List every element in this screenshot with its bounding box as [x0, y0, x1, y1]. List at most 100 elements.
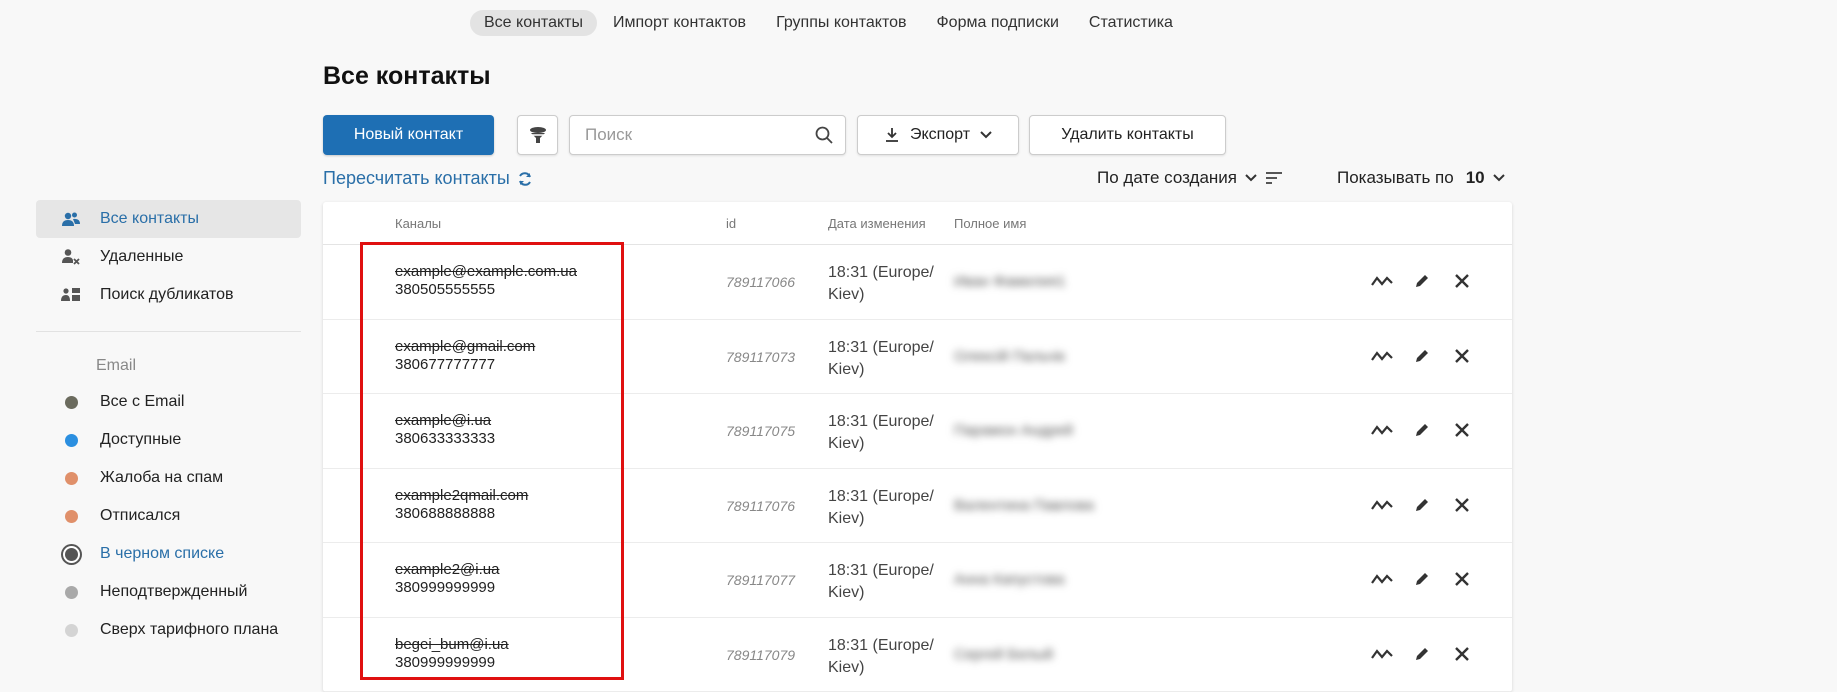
edit-icon[interactable]	[1411, 568, 1433, 590]
status-dot-icon	[64, 509, 78, 523]
phone-value: 380677777777	[395, 355, 496, 373]
table-row[interactable]: example@i.ua 380633333333 789117075 18:31…	[323, 394, 1512, 469]
table-row[interactable]: begei_bum@i.ua 380999999999 789117079 18:…	[323, 618, 1512, 692]
email-value: begei_bum@i.ua	[395, 635, 509, 653]
close-icon[interactable]	[1451, 419, 1473, 441]
search-box	[569, 115, 846, 155]
export-button[interactable]: Экспорт	[857, 115, 1019, 155]
close-icon[interactable]	[1451, 568, 1473, 590]
activity-icon[interactable]	[1371, 345, 1393, 367]
edit-icon[interactable]	[1411, 494, 1433, 516]
row-actions	[1371, 494, 1473, 516]
activity-icon[interactable]	[1371, 494, 1393, 516]
page-title: Все контакты	[323, 62, 491, 90]
filter-icon	[529, 127, 546, 143]
close-icon[interactable]	[1451, 494, 1473, 516]
phone-value: 380999999999	[395, 653, 496, 671]
sidebar-divider	[36, 331, 301, 332]
user-x-icon	[60, 248, 82, 266]
channels-cell: example@i.ua 380633333333	[395, 412, 495, 448]
column-header-channels: Каналы	[395, 216, 442, 231]
download-icon	[885, 128, 898, 142]
row-actions	[1371, 419, 1473, 441]
sidebar-item-duplicates[interactable]: Поиск дубликатов	[36, 276, 301, 314]
sidebar-item-unsubscribed[interactable]: Отписался	[36, 497, 301, 535]
modified-value: 18:31 (Europe/Kiev)	[828, 636, 934, 676]
id-value: 789117076	[726, 497, 796, 514]
modified-value: 18:31 (Europe/Kiev)	[828, 487, 934, 527]
search-icon[interactable]	[815, 126, 833, 149]
status-dot-icon	[64, 471, 78, 485]
sidebar-item-available[interactable]: Доступные	[36, 421, 301, 459]
tab-import-contacts[interactable]: Импорт контактов	[599, 10, 760, 36]
filter-button[interactable]	[517, 115, 558, 155]
tab-all-contacts[interactable]: Все контакты	[470, 10, 597, 36]
table-row[interactable]: example@example.com.ua 380505555555 78911…	[323, 245, 1512, 320]
email-value: example@example.com.ua	[395, 263, 577, 280]
sidebar-item-spam-complaint[interactable]: Жалоба на спам	[36, 459, 301, 497]
activity-icon[interactable]	[1371, 419, 1393, 441]
column-header-fullname: Полное имя	[954, 216, 1027, 231]
activity-icon[interactable]	[1371, 568, 1393, 590]
activity-icon[interactable]	[1371, 643, 1393, 665]
sort-label: По дате создания	[1097, 168, 1238, 187]
sidebar-item-deleted[interactable]: Удаленные	[36, 238, 301, 276]
id-value: 789117073	[726, 348, 796, 365]
tab-subscribe-form[interactable]: Форма подписки	[923, 10, 1073, 36]
sidebar-item-unconfirmed[interactable]: Неподтвержденный	[36, 573, 301, 611]
contacts-table: Каналы id Дата изменения Полное имя exam…	[323, 202, 1512, 692]
search-input[interactable]	[570, 116, 800, 154]
users-icon	[60, 211, 82, 227]
table-row[interactable]: example@gmail.com 380677777777 789117073 …	[323, 320, 1512, 394]
sidebar: Все контакты Удаленные Поиск дубликатов …	[36, 200, 301, 649]
sort-order-icon[interactable]	[1265, 171, 1283, 185]
table-row[interactable]: example2qmail.com 380688888888 789117076 …	[323, 469, 1512, 543]
sidebar-item-label: В черном списке	[100, 545, 225, 562]
per-page-value: 10	[1465, 168, 1485, 187]
refresh-icon	[518, 171, 531, 186]
channels-cell: example2@i.ua 380999999999	[395, 561, 499, 597]
column-header-id: id	[726, 216, 737, 231]
close-icon[interactable]	[1451, 270, 1473, 292]
sidebar-item-label: Неподтвержденный	[100, 583, 248, 600]
email-value: example@gmail.com	[395, 337, 536, 355]
phone-value: 380505555555	[395, 281, 496, 298]
tab-contact-groups[interactable]: Группы контактов	[762, 10, 920, 36]
id-value: 789117079	[726, 646, 796, 663]
close-icon[interactable]	[1451, 345, 1473, 367]
status-dot-icon	[64, 395, 78, 409]
phone-value: 380999999999	[395, 579, 496, 596]
row-actions	[1371, 568, 1473, 590]
sidebar-item-over-plan[interactable]: Сверх тарифного плана	[36, 611, 301, 649]
status-dot-icon	[64, 585, 78, 599]
new-contact-button[interactable]: Новый контакт	[323, 115, 494, 155]
channels-cell: example@example.com.ua 380505555555	[395, 263, 577, 299]
recalc-contacts-link[interactable]: Пересчитать контакты	[323, 168, 533, 189]
close-icon[interactable]	[1451, 643, 1473, 665]
sort-dropdown[interactable]: По дате создания	[1097, 168, 1283, 188]
email-value: example@i.ua	[395, 412, 492, 429]
chevron-down-icon	[1492, 174, 1505, 182]
edit-icon[interactable]	[1411, 345, 1433, 367]
fullname-value: Сергей Белый	[954, 645, 1054, 663]
sidebar-item-all-contacts[interactable]: Все контакты	[36, 200, 301, 238]
table-row[interactable]: example2@i.ua 380999999999 789117077 18:3…	[323, 543, 1512, 618]
chevron-down-icon	[980, 131, 992, 139]
per-page-dropdown[interactable]: Показывать по 10	[1337, 168, 1505, 188]
delete-contacts-button[interactable]: Удалить контакты	[1029, 115, 1226, 155]
edit-icon[interactable]	[1411, 270, 1433, 292]
modified-value: 18:31 (Europe/Kiev)	[828, 413, 934, 452]
status-dot-icon	[64, 623, 78, 637]
tab-statistics[interactable]: Статистика	[1075, 10, 1187, 36]
activity-icon[interactable]	[1371, 270, 1393, 292]
sidebar-item-all-email[interactable]: Все с Email	[36, 383, 301, 421]
edit-icon[interactable]	[1411, 419, 1433, 441]
modified-value: 18:31 (Europe/Kiev)	[828, 562, 934, 601]
id-value: 789117075	[726, 423, 796, 439]
chevron-down-icon	[1245, 174, 1257, 182]
status-dot-selected-icon	[64, 547, 78, 561]
phone-value: 380688888888	[395, 504, 496, 522]
export-label: Экспорт	[909, 126, 971, 143]
sidebar-item-blacklist[interactable]: В черном списке	[36, 535, 301, 573]
edit-icon[interactable]	[1411, 643, 1433, 665]
